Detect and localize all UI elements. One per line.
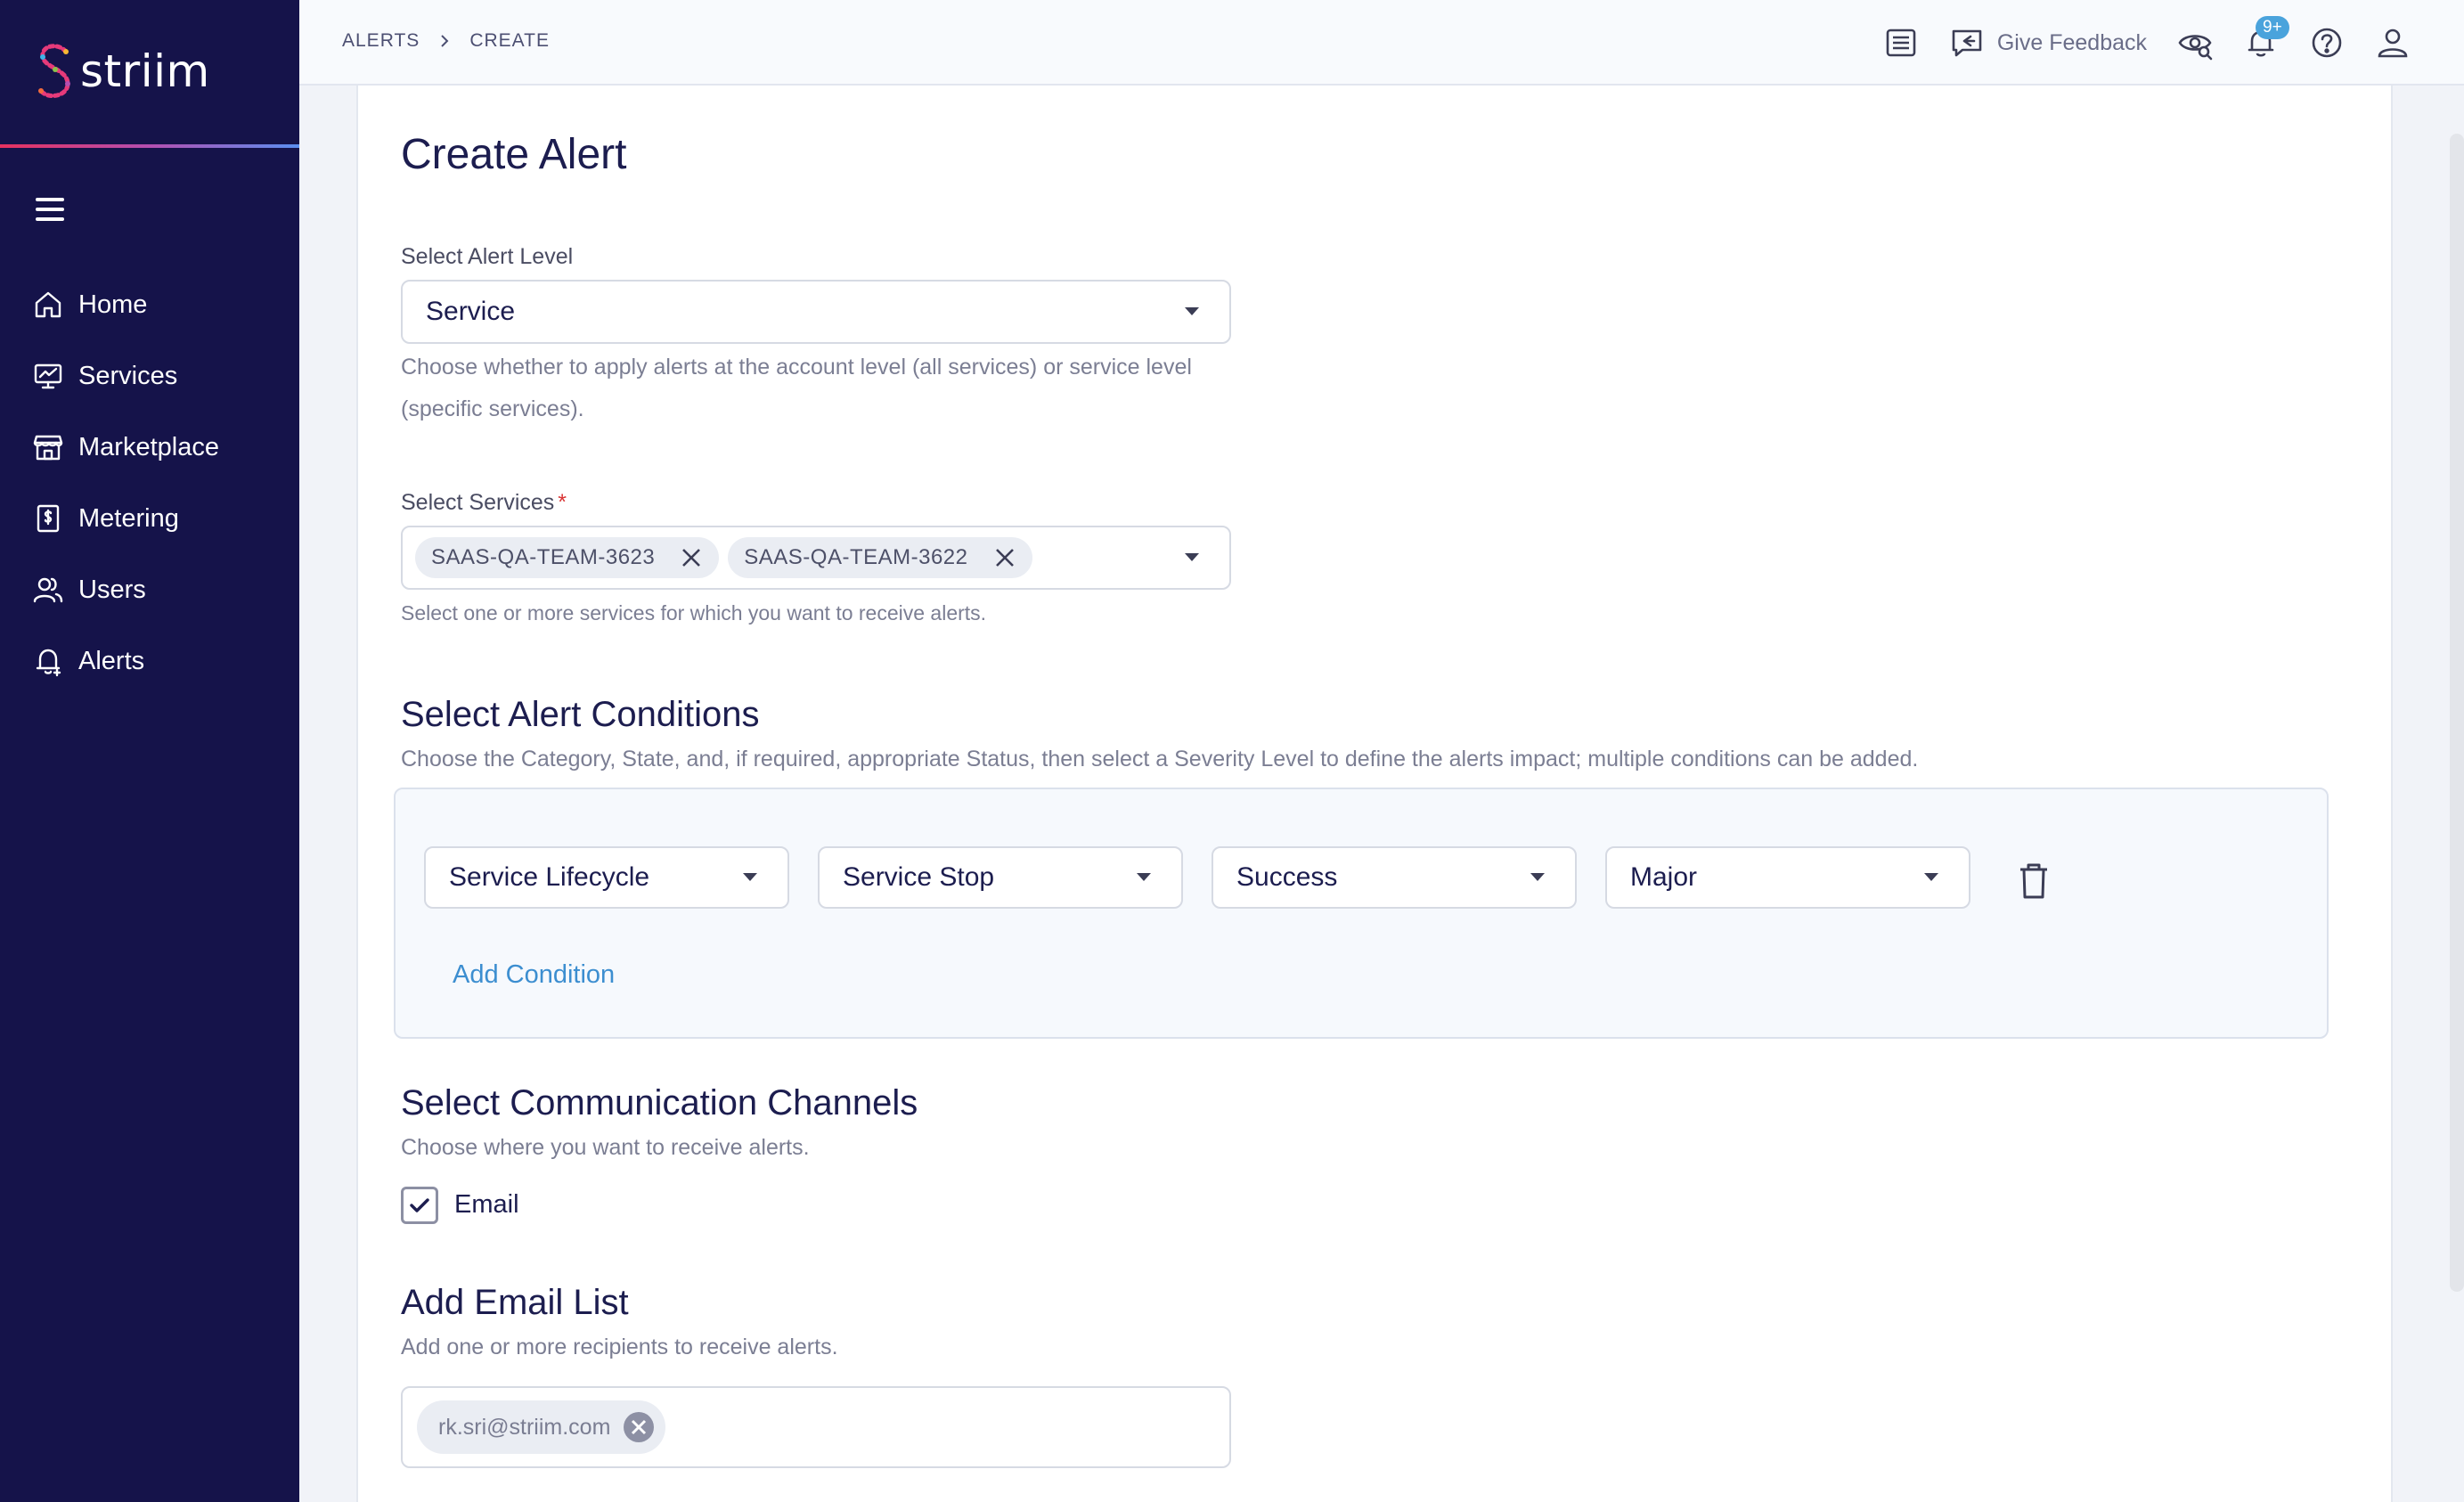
conditions-help: Choose the Category, State, and, if requ… — [401, 747, 1919, 771]
caret-down-icon — [743, 873, 757, 881]
condition-status-select[interactable]: Success — [1212, 846, 1577, 909]
help-icon[interactable] — [2309, 25, 2345, 61]
services-icon — [34, 363, 62, 389]
page-title: Create Alert — [401, 131, 627, 178]
home-icon — [35, 291, 61, 318]
channels-title: Select Communication Channels — [401, 1083, 918, 1122]
brand-divider — [0, 144, 299, 148]
alerts-icon — [36, 649, 61, 677]
alert-level-select[interactable]: Service — [401, 280, 1231, 344]
services-help: Select one or more services for which yo… — [401, 601, 987, 624]
conditions-title: Select Alert Conditions — [401, 695, 760, 734]
alert-level-label: Select Alert Level — [401, 244, 574, 269]
chevron-right-icon — [441, 35, 449, 47]
sidebar-item-label: Services — [78, 361, 178, 390]
condition-status-value: Success — [1236, 862, 1338, 892]
email-list-help: Add one or more recipients to receive al… — [401, 1335, 838, 1359]
condition-state-select[interactable]: Service Stop — [818, 846, 1183, 909]
notification-badge: 9+ — [2256, 16, 2289, 39]
remove-email-icon[interactable] — [623, 1411, 655, 1443]
breadcrumb-create: CREATE — [469, 30, 550, 51]
condition-severity-select[interactable]: Major — [1605, 846, 1970, 909]
sidebar-item-label: Users — [78, 575, 146, 604]
document-icon[interactable] — [1883, 25, 1919, 61]
email-recipients-input[interactable]: rk.sri@striim.com — [401, 1386, 1231, 1468]
user-avatar-icon[interactable] — [2375, 25, 2411, 61]
remove-chip-icon[interactable] — [680, 546, 703, 569]
email-chip-label: rk.sri@striim.com — [438, 1414, 611, 1440]
sidebar-item-label: Metering — [78, 503, 179, 533]
email-checkbox-label: Email — [454, 1190, 519, 1219]
sidebar-item-services[interactable]: Services — [0, 340, 299, 412]
service-chip-label: SAAS-QA-TEAM-3622 — [744, 545, 968, 569]
checkmark-icon — [410, 1198, 429, 1212]
eye-search-icon[interactable] — [2177, 25, 2213, 61]
add-condition-button[interactable]: Add Condition — [453, 960, 615, 990]
caret-down-icon — [1185, 307, 1199, 315]
condition-category-value: Service Lifecycle — [449, 862, 650, 892]
metering-icon — [37, 504, 60, 533]
alert-level-help: Choose whether to apply alerts at the ac… — [401, 355, 1192, 380]
alert-level-value: Service — [426, 297, 516, 326]
email-checkbox[interactable] — [401, 1187, 438, 1224]
sidebar-item-home[interactable]: Home — [0, 269, 299, 340]
sidebar-item-label: Alerts — [78, 646, 145, 675]
logo[interactable]: striim — [34, 39, 210, 103]
sidebar-item-alerts[interactable]: Alerts — [0, 625, 299, 697]
scrollbar[interactable] — [2450, 134, 2464, 1292]
give-feedback-label: Give Feedback — [1996, 29, 2147, 55]
users-icon — [33, 577, 63, 603]
channels-help: Choose where you want to receive alerts. — [401, 1135, 810, 1160]
condition-state-value: Service Stop — [843, 862, 995, 892]
sidebar-nav: Home Services Marketplace Metering Users… — [0, 269, 299, 697]
notifications-button[interactable]: 9+ — [2243, 16, 2289, 61]
marketplace-icon — [33, 435, 63, 461]
remove-chip-icon[interactable] — [993, 546, 1016, 569]
caret-down-icon — [1924, 873, 1938, 881]
striim-logo-icon — [38, 44, 70, 99]
sidebar-item-metering[interactable]: Metering — [0, 483, 299, 554]
conditions-container — [394, 788, 2329, 1039]
sidebar: striim Home Services Marketplace Meterin… — [0, 0, 299, 1502]
sidebar-item-label: Home — [78, 290, 148, 319]
menu-toggle-icon[interactable] — [36, 198, 64, 221]
services-label: Select Services * — [401, 490, 567, 516]
required-marker: * — [558, 490, 567, 515]
sidebar-item-label: Marketplace — [78, 432, 219, 461]
give-feedback-button[interactable]: Give Feedback — [1949, 25, 2147, 61]
service-chip-label: SAAS-QA-TEAM-3623 — [431, 545, 656, 569]
services-label-text: Select Services — [401, 490, 555, 515]
breadcrumb-alerts[interactable]: ALERTS — [342, 30, 420, 52]
caret-down-icon — [1530, 873, 1545, 881]
breadcrumb: ALERTS CREATE — [342, 30, 550, 52]
caret-down-icon — [1185, 553, 1199, 561]
service-chip: SAAS-QA-TEAM-3622 — [728, 537, 1032, 578]
email-list-title: Add Email List — [401, 1283, 629, 1322]
condition-severity-value: Major — [1630, 862, 1698, 892]
services-multiselect[interactable]: SAAS-QA-TEAM-3623 SAAS-QA-TEAM-3622 — [401, 526, 1231, 590]
caret-down-icon — [1137, 873, 1151, 881]
sidebar-item-marketplace[interactable]: Marketplace — [0, 412, 299, 483]
condition-category-select[interactable]: Service Lifecycle — [424, 846, 789, 909]
top-header: ALERTS CREATE Give Feedback 9+ — [299, 0, 2464, 86]
trash-icon[interactable] — [2019, 862, 2049, 900]
service-chip: SAAS-QA-TEAM-3623 — [415, 537, 720, 578]
alert-level-help-line2: (specific services). — [401, 396, 584, 421]
brand-name: striim — [80, 45, 210, 97]
header-actions: Give Feedback 9+ — [1853, 16, 2411, 66]
email-chip: rk.sri@striim.com — [417, 1400, 666, 1454]
feedback-icon — [1952, 29, 1982, 57]
sidebar-item-users[interactable]: Users — [0, 554, 299, 625]
